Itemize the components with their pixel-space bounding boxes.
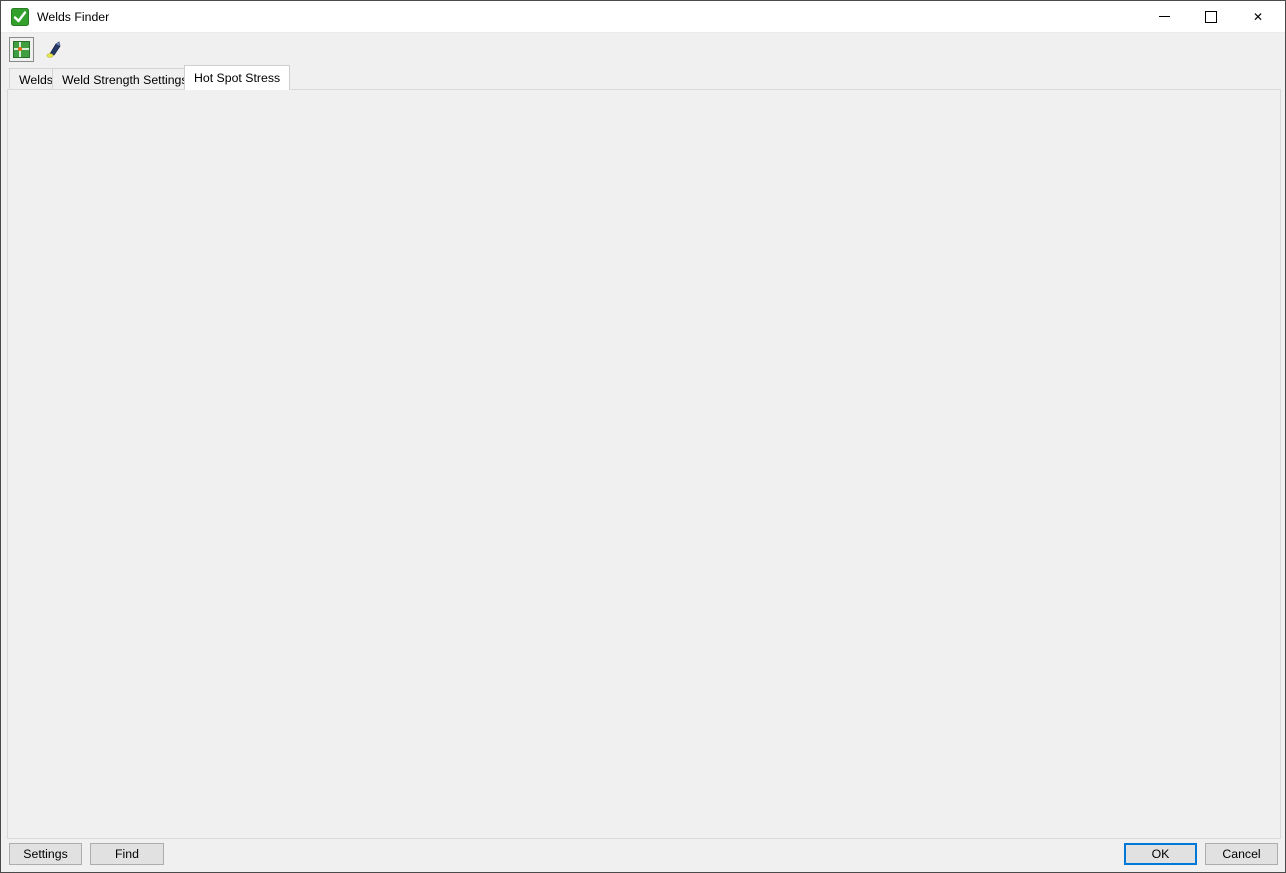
- brush-icon: [44, 40, 63, 59]
- minimize-icon: [1159, 16, 1170, 17]
- minimize-button[interactable]: [1141, 1, 1187, 32]
- brush-toolbar-button[interactable]: [41, 37, 66, 62]
- cancel-label: Cancel: [1222, 847, 1260, 861]
- close-button[interactable]: ✕: [1235, 1, 1281, 32]
- maximize-icon: [1205, 11, 1217, 23]
- settings-button[interactable]: Settings: [9, 843, 82, 865]
- main-toolbar: [1, 33, 1285, 64]
- ok-label: OK: [1152, 847, 1170, 861]
- cancel-button[interactable]: Cancel: [1205, 843, 1278, 865]
- app-icon: [11, 8, 29, 26]
- tab-label: Weld Strength Settings: [62, 73, 188, 87]
- welds-finder-window: Welds Finder ✕ Welds Weld Strength Setti…: [0, 0, 1286, 873]
- find-button[interactable]: Find: [90, 843, 164, 865]
- weld-view-toolbar-button[interactable]: [9, 37, 34, 62]
- settings-label: Settings: [23, 847, 67, 861]
- tab-content-panel: [7, 89, 1281, 839]
- tab-hot-spot-stress[interactable]: Hot Spot Stress: [184, 65, 290, 90]
- tab-weld-strength-settings[interactable]: Weld Strength Settings: [52, 68, 198, 90]
- title-bar: Welds Finder ✕: [1, 1, 1285, 33]
- tab-label: Welds: [19, 73, 53, 87]
- window-title: Welds Finder: [37, 10, 109, 24]
- maximize-button[interactable]: [1188, 1, 1234, 32]
- tab-label: Hot Spot Stress: [194, 71, 280, 85]
- weld-grid-icon: [13, 41, 30, 58]
- close-icon: ✕: [1253, 11, 1263, 23]
- ok-button[interactable]: OK: [1124, 843, 1197, 865]
- find-label: Find: [115, 847, 139, 861]
